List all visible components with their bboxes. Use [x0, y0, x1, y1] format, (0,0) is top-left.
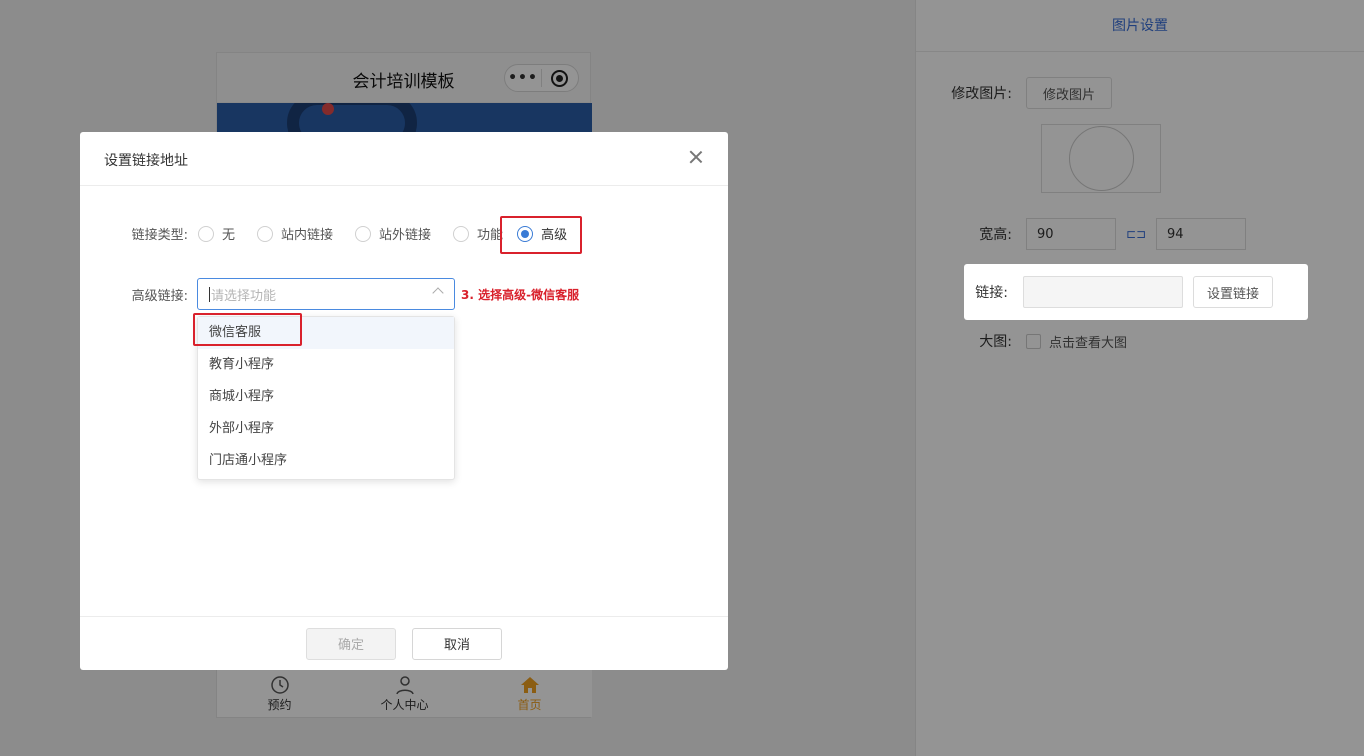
link-type-radio-group: 无 站内链接 站外链接 功能 高级 — [198, 224, 589, 243]
set-link-button[interactable]: 设置链接 — [1193, 276, 1274, 308]
dialog-title: 设置链接地址 — [104, 153, 188, 169]
confirm-button[interactable]: 确定 — [306, 627, 396, 660]
dialog-header: 设置链接地址 — [80, 132, 728, 186]
option-education-miniprogram[interactable]: 教育小程序 — [198, 349, 454, 381]
function-select[interactable]: 请选择功能 — [197, 278, 455, 310]
radio-none[interactable]: 无 — [198, 224, 235, 243]
advanced-link-row: 高级链接: 请选择功能 3. 选择高级-微信客服 — [80, 278, 579, 310]
radio-external-link[interactable]: 站外链接 — [355, 224, 431, 243]
option-store-miniprogram[interactable]: 门店通小程序 — [198, 445, 454, 477]
radio-internal-link[interactable]: 站内链接 — [257, 224, 333, 243]
link-type-row: 链接类型: 无 站内链接 站外链接 功能 高级 — [80, 224, 589, 243]
option-mall-miniprogram[interactable]: 商城小程序 — [198, 381, 454, 413]
set-link-dialog: 设置链接地址 链接类型: 无 站内链接 站外链接 功能 高级 高级链接: 请选择… — [80, 132, 728, 670]
option-external-miniprogram[interactable]: 外部小程序 — [198, 413, 454, 445]
cancel-button[interactable]: 取消 — [412, 627, 502, 660]
link-type-label: 链接类型: — [131, 228, 188, 243]
option-wechat-service[interactable]: 微信客服 — [198, 317, 454, 349]
close-icon[interactable] — [686, 146, 706, 168]
link-row-highlight: 链接: 设置链接 — [965, 265, 1307, 319]
link-input[interactable] — [1023, 276, 1183, 308]
step-annotation: 3. 选择高级-微信客服 — [461, 287, 580, 302]
radio-function[interactable]: 功能 — [453, 224, 503, 243]
text-cursor — [209, 286, 210, 302]
function-dropdown: 微信客服 教育小程序 商城小程序 外部小程序 门店通小程序 — [197, 316, 455, 480]
radio-advanced[interactable]: 高级 — [517, 224, 567, 243]
advanced-link-label: 高级链接: — [131, 288, 188, 304]
select-placeholder: 请选择功能 — [211, 288, 277, 304]
link-label: 链接: — [975, 285, 1008, 301]
chevron-up-icon — [432, 287, 444, 299]
dialog-footer: 确定 取消 — [80, 616, 728, 670]
